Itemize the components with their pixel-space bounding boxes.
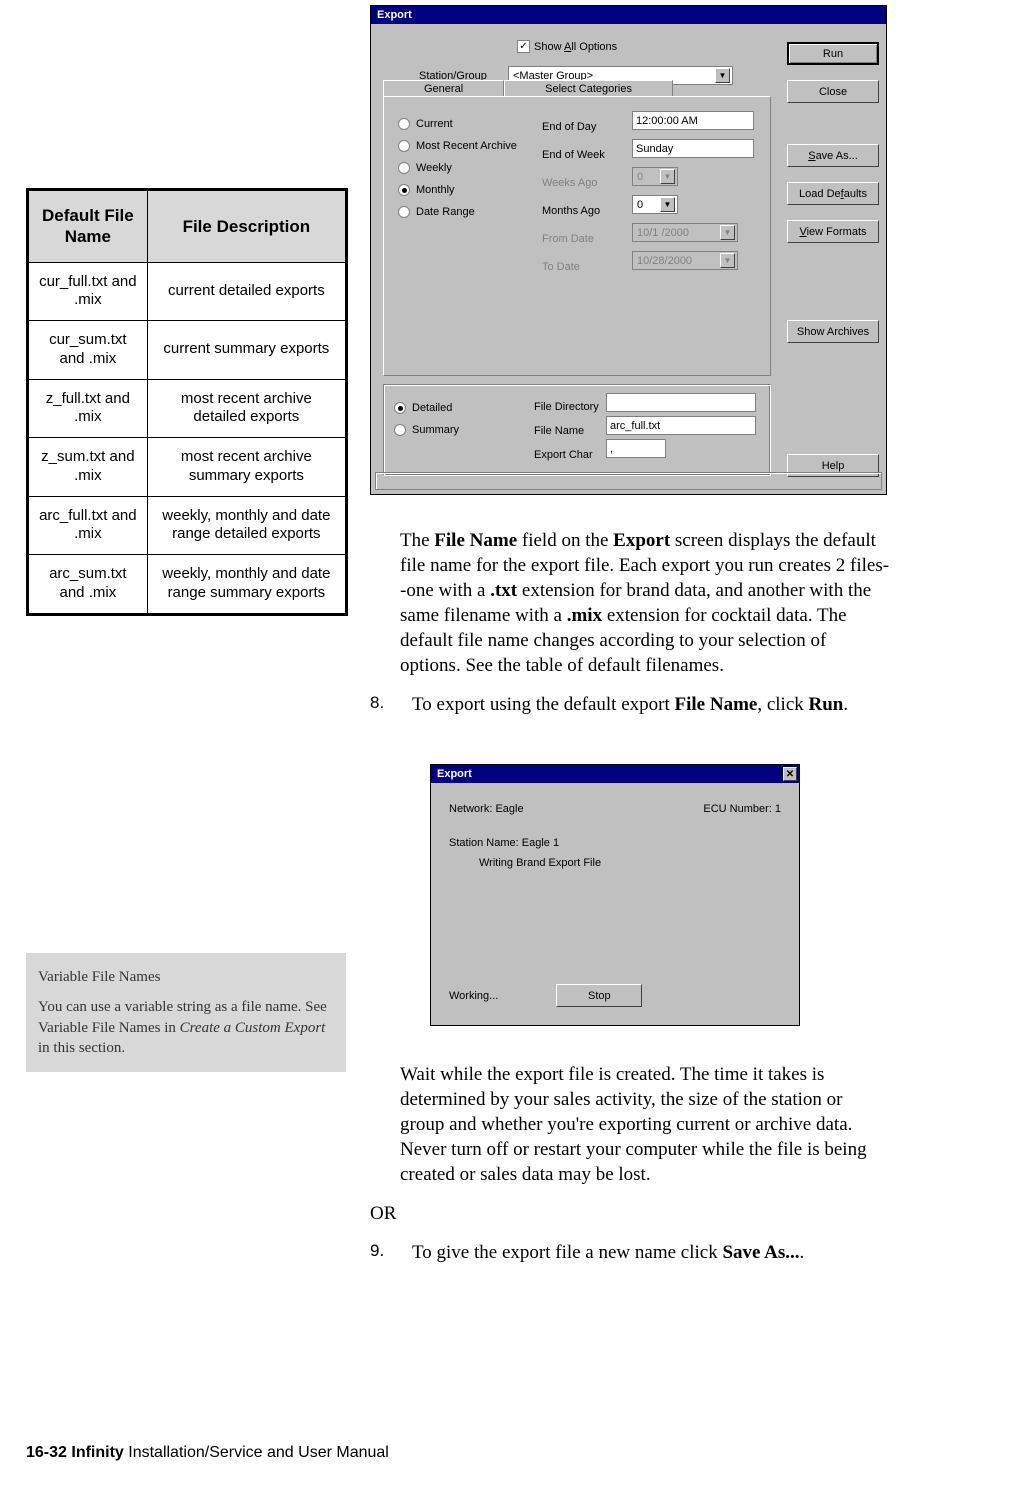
table-row: arc_full.txt and .mixweekly, monthly and… [28, 496, 347, 555]
th-default-name: Default File Name [28, 190, 148, 263]
radio-date-range[interactable]: Date Range [398, 201, 517, 223]
exportchar-input[interactable]: , [606, 439, 666, 458]
eod-input[interactable]: 12:00:00 AM [632, 111, 754, 130]
progress-message: Writing Brand Export File [479, 857, 781, 869]
progress-dialog: Export ✕ Network: Eagle ECU Number: 1 St… [430, 764, 800, 1026]
footer-manual: Installation/Service and User Manual [124, 1444, 389, 1461]
radio-icon [394, 402, 406, 414]
paragraph-filename-desc: The File Name field on the Export screen… [400, 528, 890, 678]
tabs: General Select Categories [383, 80, 673, 97]
paragraph-wait: Wait while the export file is created. T… [400, 1062, 890, 1187]
note-body: You can use a variable string as a file … [38, 997, 334, 1058]
radio-weekly[interactable]: Weekly [398, 157, 517, 179]
detail-radios: Detailed Summary [394, 397, 459, 441]
filename-table: Default File Name File Description cur_f… [26, 188, 348, 616]
body-text: The File Name field on the Export screen… [400, 528, 890, 732]
chevron-down-icon[interactable]: ▼ [715, 68, 730, 83]
radio-icon [398, 162, 410, 174]
radio-summary[interactable]: Summary [394, 419, 459, 441]
progress-body: Network: Eagle ECU Number: 1 Station Nam… [431, 783, 799, 1025]
show-archives-button[interactable]: Show Archives [787, 320, 879, 343]
to-label: To Date [542, 253, 605, 281]
months-combo[interactable]: 0▼ [632, 195, 678, 214]
show-all-checkbox-row[interactable]: ✓ Show All Options [517, 40, 617, 53]
radio-icon [398, 184, 410, 196]
show-all-label: Show All Options [534, 41, 617, 53]
progress-network-row: Network: Eagle ECU Number: 1 [449, 803, 781, 815]
from-label: From Date [542, 225, 605, 253]
eow-input[interactable]: Sunday [632, 139, 754, 158]
checkbox-icon[interactable]: ✓ [517, 40, 530, 53]
export-body: ✓ Show All Options Station/Group <Master… [371, 24, 886, 494]
output-group: Detailed Summary File Directory File Nam… [383, 384, 771, 476]
from-combo: 10/1 /2000▼ [632, 223, 738, 242]
radio-detailed[interactable]: Detailed [394, 397, 459, 419]
ecu-label: ECU Number: 1 [703, 803, 781, 815]
table-header-row: Default File Name File Description [28, 190, 347, 263]
tab-panel-general: Current Most Recent Archive Weekly Month… [383, 96, 771, 376]
network-label: Network: Eagle [449, 803, 524, 815]
table-row: cur_full.txt and .mixcurrent detailed ex… [28, 262, 347, 321]
progress-bottom: Working... Stop [449, 984, 642, 1007]
progress-titlebar: Export ✕ [431, 765, 799, 783]
filedir-label: File Directory [534, 395, 599, 419]
radio-icon [394, 424, 406, 436]
param-inputs: 12:00:00 AM Sunday 0▼ 0▼ 10/1 /2000▼ 10/… [632, 111, 754, 279]
chevron-down-icon: ▼ [720, 253, 735, 268]
or-text: OR [370, 1201, 890, 1226]
filename-input[interactable]: arc_full.txt [606, 416, 756, 435]
chevron-down-icon: ▼ [720, 225, 735, 240]
body-text-2: Wait while the export file is created. T… [400, 1062, 890, 1280]
filedir-input[interactable] [606, 393, 756, 412]
note-title: Variable File Names [38, 967, 334, 987]
export-dialog: Export ✓ Show All Options Station/Group … [370, 5, 887, 495]
progress-title: Export [437, 768, 472, 780]
eow-label: End of Week [542, 141, 605, 169]
file-inputs: arc_full.txt , [606, 393, 756, 462]
param-labels: End of Day End of Week Weeks Ago Months … [542, 113, 605, 281]
load-defaults-button[interactable]: Load Defaults [787, 182, 879, 205]
radio-most-recent[interactable]: Most Recent Archive [398, 135, 517, 157]
station-label: Station Name: Eagle 1 [449, 837, 781, 849]
radio-icon [398, 206, 410, 218]
tab-select-categories[interactable]: Select Categories [504, 80, 673, 97]
step-8: 8. To export using the default export Fi… [370, 692, 890, 717]
radio-current[interactable]: Current [398, 113, 517, 135]
period-radios: Current Most Recent Archive Weekly Month… [398, 113, 517, 223]
variable-filenames-note: Variable File Names You can use a variab… [26, 953, 346, 1072]
close-icon[interactable]: ✕ [783, 767, 797, 781]
working-label: Working... [449, 990, 498, 1002]
step-9: 9. To give the export file a new name cl… [370, 1240, 890, 1265]
radio-icon [398, 118, 410, 130]
table-row: z_full.txt and .mixmost recent archive d… [28, 379, 347, 438]
page-footer: 16-32 Infinity Installation/Service and … [26, 1444, 389, 1462]
radio-icon [398, 140, 410, 152]
table-row: arc_sum.txt and .mixweekly, monthly and … [28, 555, 347, 615]
to-combo: 10/28/2000▼ [632, 251, 738, 270]
table-row: z_sum.txt and .mixmost recent archive su… [28, 438, 347, 497]
table-row: cur_sum.txt and .mixcurrent summary expo… [28, 321, 347, 380]
file-labels: File Directory File Name Export Char [534, 395, 599, 467]
export-title: Export [377, 9, 412, 21]
eod-label: End of Day [542, 113, 605, 141]
tab-general[interactable]: General [383, 80, 504, 97]
close-button[interactable]: Close [787, 80, 879, 103]
weeks-label: Weeks Ago [542, 169, 605, 197]
saveas-button[interactable]: Save As... [787, 144, 879, 167]
chevron-down-icon: ▼ [660, 169, 675, 184]
radio-monthly[interactable]: Monthly [398, 179, 517, 201]
weeks-combo: 0▼ [632, 167, 678, 186]
exportchar-label: Export Char [534, 443, 599, 467]
th-file-desc: File Description [147, 190, 346, 263]
footer-pagenum: 16-32 Infinity [26, 1444, 124, 1461]
stop-button[interactable]: Stop [556, 984, 642, 1007]
view-formats-button[interactable]: View Formats [787, 220, 879, 243]
chevron-down-icon[interactable]: ▼ [660, 197, 675, 212]
status-bar [375, 472, 882, 490]
export-titlebar: Export [371, 6, 886, 24]
run-button[interactable]: Run [787, 42, 879, 65]
months-label: Months Ago [542, 197, 605, 225]
filename-label: File Name [534, 419, 599, 443]
